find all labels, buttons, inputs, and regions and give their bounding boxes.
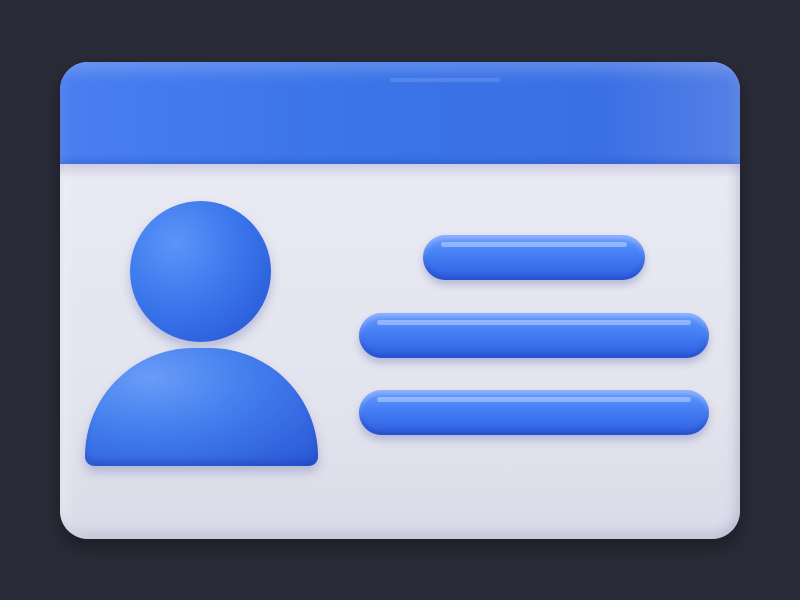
avatar-head [130, 201, 271, 342]
avatar-body [85, 348, 318, 466]
info-line-long [359, 313, 709, 358]
header-highlight [390, 78, 500, 82]
info-line-long [359, 390, 709, 435]
info-line-short [423, 235, 645, 280]
header-shadow [60, 164, 740, 178]
id-card-icon [60, 62, 740, 539]
card-header-band [60, 62, 740, 164]
